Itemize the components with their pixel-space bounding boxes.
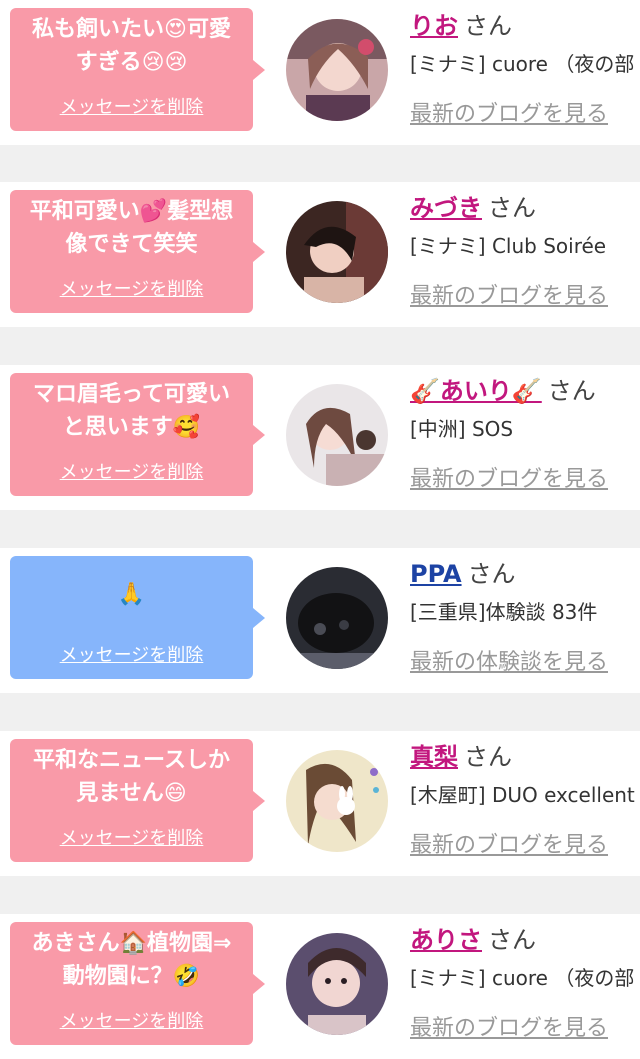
message-text: 平和可愛い💕髪型想 像できて笑笑 [16, 195, 248, 261]
shop-label: [ミナミ] cuore （夜の部 [410, 966, 635, 990]
profile-info: PPA さん [三重県]体験談 83件 最新の体験談を見る [410, 556, 640, 676]
profile-name-link[interactable]: ありさ [410, 926, 482, 954]
latest-blog-link[interactable]: 最新のブログを見る [410, 827, 640, 859]
shop-label: [三重県]体験談 83件 [410, 600, 598, 624]
message-line: 平和なニュースしか [33, 748, 230, 773]
profile-name-link[interactable]: りお [410, 12, 458, 40]
message-line: 🙏 [117, 581, 146, 607]
message-card: あきさん🏠植物園⇒ 動物園に？🤣 メッセージを削除 ありさ さん [ミナミ] cu… [0, 914, 640, 1059]
message-text: 🙏 [16, 561, 248, 627]
message-card: マロ眉毛って可愛い と思います🥰 メッセージを削除 🎸あいり🎸 さん [中洲] S… [0, 365, 640, 510]
message-line: 像できて笑笑 [65, 232, 198, 257]
shop-label: [木屋町] DUO excellent [410, 783, 635, 807]
message-line: 平和可愛い💕髪型想 [29, 199, 234, 224]
message-bubble: 平和可愛い💕髪型想 像できて笑笑 メッセージを削除 [10, 190, 265, 313]
delete-message-link[interactable]: メッセージを削除 [10, 93, 253, 119]
latest-review-link[interactable]: 最新の体験談を見る [410, 644, 640, 676]
avatar[interactable] [286, 19, 388, 121]
avatar[interactable] [286, 567, 388, 669]
shop-label: [中洲] SOS [410, 417, 514, 441]
message-text: 平和なニュースしか 見ません😄 [16, 744, 248, 810]
message-bubble: 🙏 メッセージを削除 [10, 556, 265, 679]
honorific: さん [464, 743, 512, 771]
delete-message-link[interactable]: メッセージを削除 [10, 458, 253, 484]
latest-blog-link[interactable]: 最新のブログを見る [410, 1010, 640, 1042]
message-card: 平和なニュースしか 見ません😄 メッセージを削除 真梨 さん [木屋町] DUO… [0, 731, 640, 876]
honorific: さん [547, 377, 596, 405]
avatar[interactable] [286, 933, 388, 1035]
message-bubble: 平和なニュースしか 見ません😄 メッセージを削除 [10, 739, 265, 862]
message-line: あきさん🏠植物園⇒ [31, 931, 232, 956]
honorific: さん [464, 12, 512, 40]
message-line: 見ません😄 [76, 781, 187, 806]
honorific: さん [488, 926, 536, 954]
latest-blog-link[interactable]: 最新のブログを見る [410, 278, 640, 310]
honorific: さん [488, 194, 536, 222]
message-text: 私も飼いたい😍可愛 すぎる😢😢 [16, 13, 248, 79]
message-bubble: あきさん🏠植物園⇒ 動物園に？🤣 メッセージを削除 [10, 922, 265, 1045]
avatar[interactable] [286, 750, 388, 852]
profile-info: 真梨 さん [木屋町] DUO excellent 最新のブログを見る [410, 739, 640, 859]
message-bubble: 私も飼いたい😍可愛 すぎる😢😢 メッセージを削除 [10, 8, 265, 131]
profile-info: みづき さん [ミナミ] Club Soirée 最新のブログを見る [410, 190, 640, 310]
latest-blog-link[interactable]: 最新のブログを見る [410, 461, 640, 493]
message-card: 🙏 メッセージを削除 PPA さん [三重県]体験談 83件 最新の体験談を見る [0, 548, 640, 693]
message-card: 私も飼いたい😍可愛 すぎる😢😢 メッセージを削除 りお さん [ミナミ] cuor… [0, 0, 640, 145]
profile-info: 🎸あいり🎸 さん [中洲] SOS 最新のブログを見る [410, 373, 640, 493]
message-text: マロ眉毛って可愛い と思います🥰 [16, 378, 248, 444]
avatar[interactable] [286, 384, 388, 486]
message-line: マロ眉毛って可愛い [33, 382, 230, 407]
shop-label: [ミナミ] Club Soirée [410, 234, 607, 258]
shop-label: [ミナミ] cuore （夜の部 [410, 52, 635, 76]
message-line: 動物園に？🤣 [62, 964, 201, 989]
honorific: さん [467, 560, 516, 588]
message-list: 私も飼いたい😍可愛 すぎる😢😢 メッセージを削除 りお さん [ミナミ] cuor… [0, 0, 640, 1059]
message-line: と思います🥰 [62, 415, 201, 440]
profile-name-link[interactable]: みづき [410, 194, 482, 222]
profile-name-link[interactable]: PPA [410, 560, 462, 588]
message-line: 私も飼いたい😍可愛 [32, 17, 231, 42]
latest-blog-link[interactable]: 最新のブログを見る [410, 96, 640, 128]
message-line: すぎる😢😢 [75, 50, 188, 75]
delete-message-link[interactable]: メッセージを削除 [10, 1007, 253, 1033]
profile-info: りお さん [ミナミ] cuore （夜の部 最新のブログを見る [410, 8, 640, 128]
message-card: 平和可愛い💕髪型想 像できて笑笑 メッセージを削除 みづき さん [ミナミ] Cl… [0, 182, 640, 327]
delete-message-link[interactable]: メッセージを削除 [10, 824, 253, 850]
profile-info: ありさ さん [ミナミ] cuore （夜の部 最新のブログを見る [410, 922, 640, 1042]
delete-message-link[interactable]: メッセージを削除 [10, 275, 253, 301]
message-text: あきさん🏠植物園⇒ 動物園に？🤣 [16, 927, 248, 993]
message-bubble: マロ眉毛って可愛い と思います🥰 メッセージを削除 [10, 373, 265, 496]
profile-name-link[interactable]: 真梨 [410, 743, 458, 771]
delete-message-link[interactable]: メッセージを削除 [10, 641, 253, 667]
profile-name-link[interactable]: 🎸あいり🎸 [410, 377, 542, 405]
avatar[interactable] [286, 201, 388, 303]
